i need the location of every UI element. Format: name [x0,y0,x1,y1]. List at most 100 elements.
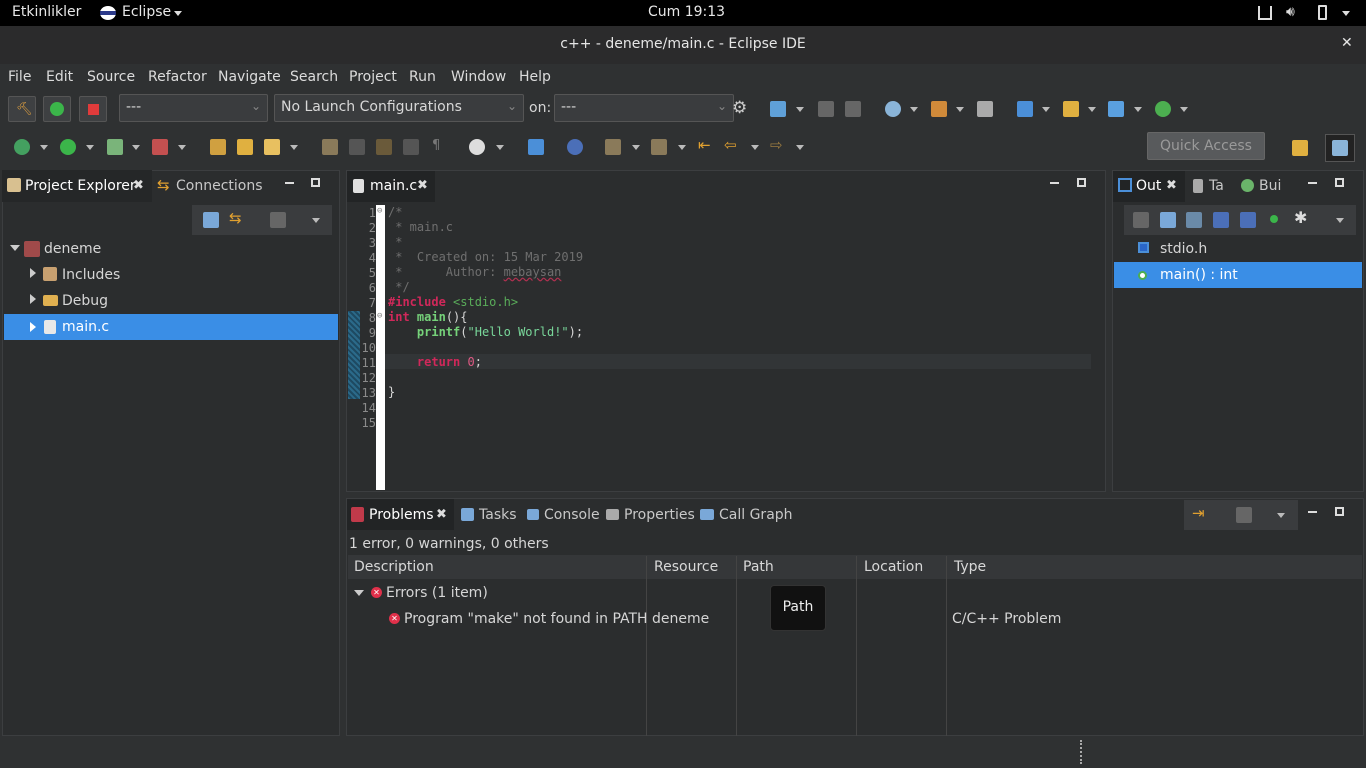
chevron-down-icon[interactable] [910,107,918,112]
chevron-down-icon[interactable] [796,107,804,112]
column-type[interactable]: Type [954,559,986,575]
search-icon[interactable] [264,139,280,155]
chevron-down-icon[interactable] [178,145,186,150]
chevron-down-icon[interactable] [1180,107,1188,112]
column-description[interactable]: Description [354,559,434,575]
quick-access-input[interactable]: Quick Access [1147,132,1265,160]
debug-settings-icon[interactable] [885,101,901,117]
tree-item-deneme[interactable]: deneme [44,241,101,257]
hide-fields-icon[interactable] [1213,212,1229,228]
chevron-down-icon[interactable] [496,145,504,150]
new-folder-icon[interactable] [1063,101,1079,117]
forward-arrow-icon[interactable]: ⇨ [770,136,783,154]
chevron-down-icon[interactable] [1134,107,1142,112]
chevron-down-icon[interactable] [86,145,94,150]
chevron-down-icon[interactable] [796,145,804,150]
volume-icon[interactable]: 🔊︎ [1286,4,1295,20]
outline-item-main[interactable]: main() : int [1114,262,1362,288]
menu-run[interactable]: Run [409,69,436,85]
menu-file[interactable]: File [8,69,31,85]
word-wrap-icon[interactable] [403,139,419,155]
toggle-block-icon[interactable] [376,139,392,155]
maximize-icon[interactable] [311,178,320,187]
fold-icon[interactable]: ⊖ [377,311,382,321]
gear-icon[interactable]: ⚙ [732,98,747,118]
chevron-down-icon[interactable] [40,145,48,150]
menu-edit[interactable]: Edit [46,69,73,85]
tab-main-c[interactable]: main.c [370,178,417,194]
next-annotation-icon[interactable] [605,139,621,155]
menu-help[interactable]: Help [519,69,551,85]
hammer-icon[interactable] [931,101,947,117]
close-icon[interactable]: ✖ [436,507,447,522]
new-class-icon[interactable] [1155,101,1171,117]
minimize-icon[interactable] [1050,182,1059,184]
filter-icon[interactable] [1236,507,1252,523]
last-edit-icon[interactable]: ⇤ [698,136,711,154]
launch-mode-select[interactable]: --- ⌄ [119,94,268,122]
outline-item-stdio[interactable]: stdio.h [1160,241,1207,257]
chevron-down-icon[interactable] [1342,11,1350,16]
clock[interactable]: Cum 19:13 [648,4,725,20]
expanded-arrow-icon[interactable] [354,590,364,596]
focus-icon[interactable]: ⇥ [1192,504,1205,522]
tab-connections[interactable]: Connections [176,178,263,194]
open-type-icon[interactable] [210,139,226,155]
column-resource[interactable]: Resource [654,559,718,575]
link-editor-icon[interactable]: ⇆ [229,209,242,227]
view-menu-icon[interactable] [1336,218,1344,223]
maximize-icon[interactable] [1335,178,1344,187]
prev-annotation-icon[interactable] [651,139,667,155]
maximize-icon[interactable] [1335,507,1344,516]
tab-console[interactable]: Console [544,507,600,523]
tab-problems[interactable]: Problems [369,507,434,523]
launch-button[interactable] [43,96,71,122]
chevron-down-icon[interactable] [1042,107,1050,112]
run-icon[interactable] [60,139,76,155]
new-icon[interactable] [770,101,786,117]
launch-target-select[interactable]: --- ⌄ [554,94,734,122]
chevron-down-icon[interactable] [751,145,759,150]
new-source-icon[interactable] [1108,101,1124,117]
hide-static-icon[interactable] [1240,212,1256,228]
chevron-down-icon[interactable] [678,145,686,150]
chevron-down-icon[interactable] [1088,107,1096,112]
tab-project-explorer[interactable]: Project Explorer [25,178,136,194]
cpp-perspective-button[interactable] [1325,134,1355,162]
filter-icon[interactable] [270,212,286,228]
menu-search[interactable]: Search [290,69,338,85]
menu-window[interactable]: Window [451,69,506,85]
toggle-mark-icon[interactable] [349,139,365,155]
tab-tasks[interactable]: Ta [1209,178,1224,194]
back-arrow-icon[interactable]: ⇦ [724,136,737,154]
tree-item-main-c[interactable]: main.c [4,314,338,340]
maximize-icon[interactable] [1077,178,1086,187]
build-button[interactable]: 🔨︎ [8,96,36,122]
tree-item-includes[interactable]: Includes [62,267,120,283]
minimize-icon[interactable] [285,182,294,184]
build-file-icon[interactable] [977,101,993,117]
hide-non-public-icon[interactable] [1270,215,1278,223]
view-menu-icon[interactable] [312,218,320,223]
expanded-arrow-icon[interactable] [10,245,20,251]
minimize-icon[interactable] [1308,511,1317,513]
chevron-down-icon[interactable] [132,145,140,150]
tab-call-graph[interactable]: Call Graph [719,507,793,523]
skip-breakpoints-icon[interactable] [567,139,583,155]
collapsed-arrow-icon[interactable] [30,268,36,278]
chevron-down-icon[interactable] [290,145,298,150]
close-icon[interactable]: ✖ [417,178,428,193]
launch-config-select[interactable]: No Launch Configurations ⌄ [274,94,524,122]
menu-project[interactable]: Project [349,69,397,85]
tab-properties[interactable]: Properties [624,507,695,523]
editor-scrollbar[interactable] [1092,205,1104,490]
external-tools-icon[interactable] [152,139,168,155]
new-project-icon[interactable] [1017,101,1033,117]
whitespace-icon[interactable]: ¶ [432,138,440,153]
group-includes-icon[interactable]: ✱ [1294,208,1307,227]
column-location[interactable]: Location [864,559,923,575]
code-area[interactable] [385,205,1091,490]
open-perspective-icon[interactable] [1292,140,1308,156]
close-icon[interactable]: ✖ [133,178,144,193]
fold-icon[interactable]: ⊖ [377,206,382,216]
